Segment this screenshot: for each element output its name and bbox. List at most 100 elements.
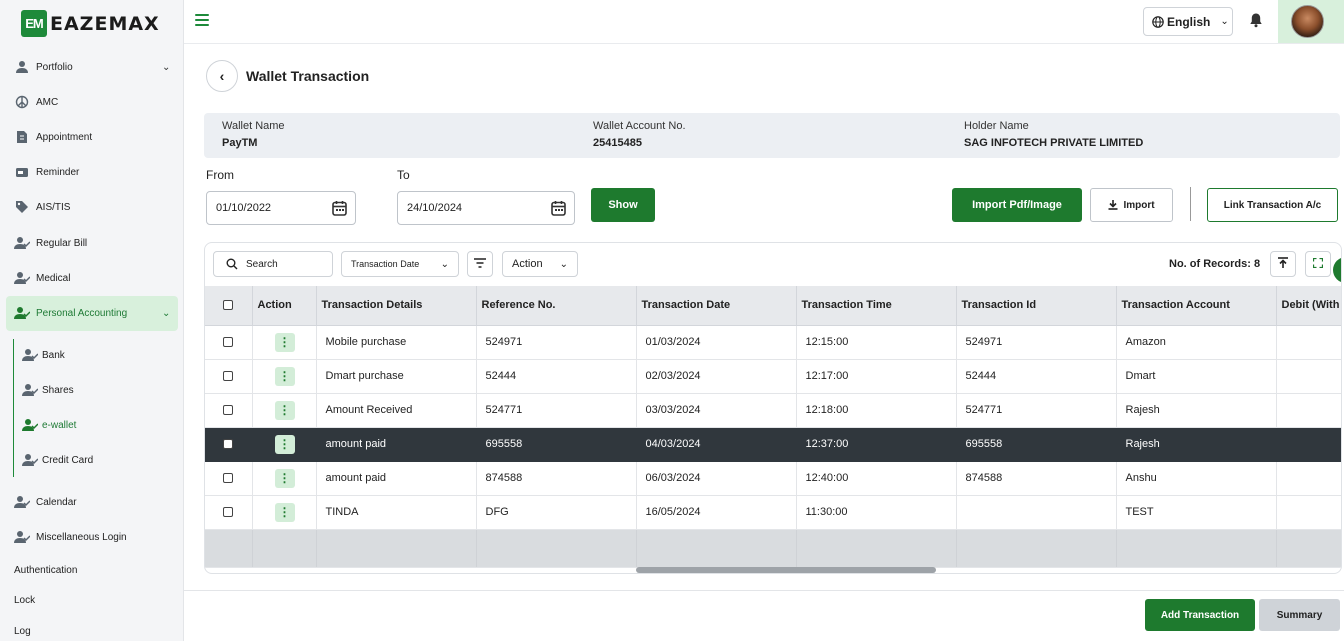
date-filter-select[interactable]: Transaction Date ⌄	[341, 251, 459, 277]
sidebar-item-label: Calendar	[36, 496, 77, 508]
side-tab-handle[interactable]	[1333, 257, 1341, 283]
language-selector[interactable]: English ⌄	[1143, 7, 1233, 36]
sidebar-item-portfolio[interactable]: Portfolio ⌄	[14, 57, 170, 77]
table-cell: Dmart	[1116, 359, 1277, 394]
sidebar-item-misc-login[interactable]: Miscellaneous Login	[14, 527, 127, 547]
calendar-icon[interactable]	[551, 200, 566, 216]
show-button[interactable]: Show	[591, 188, 655, 222]
sidebar-item-calendar[interactable]: Calendar	[14, 492, 77, 512]
calendar-icon[interactable]	[332, 200, 347, 216]
table-cell: 524771	[476, 393, 637, 428]
export-button[interactable]	[1270, 251, 1296, 277]
user-check-icon	[14, 305, 30, 321]
to-date-value: 24/10/2024	[407, 202, 463, 214]
avatar-container[interactable]	[1278, 0, 1344, 43]
row-checkbox[interactable]	[223, 439, 234, 450]
wallet-info-band: Wallet Name PayTM Wallet Account No. 254…	[204, 113, 1340, 158]
column-header[interactable]: Transaction Account	[1116, 286, 1277, 326]
user-check-icon	[22, 382, 38, 398]
chevron-down-icon: ⌄	[1220, 16, 1229, 27]
table-cell: 874588	[956, 461, 1117, 496]
bell-icon[interactable]	[1249, 12, 1263, 28]
from-date-field[interactable]: 01/10/2022	[206, 191, 356, 225]
summary-button[interactable]: Summary	[1259, 599, 1340, 631]
table-row[interactable]: ⋮ Mobile purchase 524971 01/03/2024 12:15:00…	[205, 325, 1341, 360]
sidebar-item-log[interactable]: Log	[14, 626, 31, 637]
column-header[interactable]: Transaction Time	[796, 286, 957, 326]
table-cell: 12:37:00	[796, 427, 957, 462]
sidebar: EM EAZEMAX Portfolio ⌄ AMC Appointment R…	[0, 0, 184, 641]
column-header[interactable]: Transaction Details	[316, 286, 477, 326]
row-checkbox[interactable]	[223, 371, 234, 382]
sidebar-item-authentication[interactable]: Authentication	[14, 565, 77, 576]
row-checkbox[interactable]	[223, 337, 234, 348]
row-select-cell	[205, 495, 253, 530]
table-row[interactable]: ⋮ Amount Received 524771 03/03/2024 12:18:00…	[205, 393, 1341, 428]
sidebar-item-amc[interactable]: AMC	[14, 92, 58, 112]
back-button[interactable]: ‹	[206, 60, 238, 92]
table-cell: Rajesh	[1116, 393, 1277, 428]
column-header[interactable]: Debit (With	[1276, 286, 1341, 326]
link-transaction-button[interactable]: Link Transaction A/c	[1207, 188, 1338, 222]
row-checkbox[interactable]	[223, 405, 234, 416]
table-cell: 12:17:00	[796, 359, 957, 394]
sidebar-subitem-e-wallet[interactable]: e-wallet	[22, 415, 76, 435]
action-select[interactable]: Action ⌄	[502, 251, 578, 277]
sidebar-subitem-credit-card[interactable]: Credit Card	[22, 450, 93, 470]
hamburger-menu-icon[interactable]	[195, 14, 209, 26]
kebab-menu-icon[interactable]: ⋮	[274, 468, 295, 488]
fullscreen-button[interactable]	[1305, 251, 1331, 277]
kebab-menu-icon[interactable]: ⋮	[274, 366, 295, 386]
sidebar-item-appointment[interactable]: Appointment	[14, 127, 92, 147]
filter-button[interactable]	[467, 251, 493, 277]
sidebar-subitem-shares[interactable]: Shares	[22, 380, 74, 400]
table-cell: 11:30:00	[796, 495, 957, 530]
row-checkbox[interactable]	[223, 507, 234, 518]
sidebar-item-lock[interactable]: Lock	[14, 595, 35, 606]
sidebar-item-ais-tis[interactable]: AIS/TIS	[14, 197, 70, 217]
logo-mark: EM	[21, 10, 47, 37]
to-date-field[interactable]: 24/10/2024	[397, 191, 575, 225]
column-header[interactable]: Reference No.	[476, 286, 637, 326]
kebab-menu-icon[interactable]: ⋮	[274, 332, 295, 352]
kebab-menu-icon[interactable]: ⋮	[274, 434, 295, 454]
select-all-checkbox[interactable]	[223, 300, 234, 311]
kebab-menu-icon[interactable]: ⋮	[274, 400, 295, 420]
table-cell	[1276, 461, 1341, 496]
sidebar-item-label: Appointment	[36, 131, 93, 143]
search-input[interactable]: Search	[213, 251, 333, 277]
row-checkbox[interactable]	[223, 473, 234, 484]
tag-icon	[14, 199, 30, 215]
peace-icon	[14, 94, 30, 110]
table-cell: 16/05/2024	[636, 495, 797, 530]
sidebar-item-personal-accounting[interactable]: Personal Accounting ⌄	[14, 303, 170, 323]
table-cell	[956, 495, 1117, 530]
import-button[interactable]: Import	[1090, 188, 1173, 222]
horizontal-scrollbar[interactable]	[636, 567, 936, 573]
table-row[interactable]: ⋮ amount paid 874588 06/03/2024 12:40:00 8745…	[205, 461, 1341, 496]
user-check-icon	[22, 452, 38, 468]
sidebar-item-reminder[interactable]: Reminder	[14, 162, 79, 182]
table-cell: TINDA	[316, 495, 477, 530]
table-row[interactable]: ⋮ TINDA DFG 16/05/2024 11:30:00 TEST	[205, 495, 1341, 530]
kebab-menu-icon[interactable]: ⋮	[274, 502, 295, 522]
sidebar-subitem-bank[interactable]: Bank	[22, 345, 65, 365]
sidebar-item-label: Medical	[36, 272, 71, 284]
add-transaction-button[interactable]: Add Transaction	[1145, 599, 1255, 631]
table-row[interactable]: ⋮ Dmart purchase 52444 02/03/2024 12:17:00 52…	[205, 359, 1341, 394]
sidebar-item-medical[interactable]: Medical	[14, 268, 70, 288]
user-check-icon	[22, 347, 38, 363]
filler-cell	[205, 529, 253, 568]
language-label: English	[1167, 14, 1211, 29]
import-pdf-image-button[interactable]: Import Pdf/Image	[952, 188, 1082, 222]
column-header[interactable]: Transaction Date	[636, 286, 797, 326]
column-header[interactable]: Action	[252, 286, 317, 326]
table-row[interactable]: ⋮ amount paid 695558 04/03/2024 12:37:00 6955…	[205, 427, 1341, 462]
globe-icon	[1152, 15, 1164, 28]
brand-logo[interactable]: EM EAZEMAX	[21, 10, 160, 37]
row-action-cell: ⋮	[252, 325, 317, 360]
column-header[interactable]: Transaction Id	[956, 286, 1117, 326]
avatar[interactable]	[1291, 5, 1324, 38]
sidebar-item-regular-bill[interactable]: Regular Bill	[14, 233, 87, 253]
table-cell: amount paid	[316, 427, 477, 462]
